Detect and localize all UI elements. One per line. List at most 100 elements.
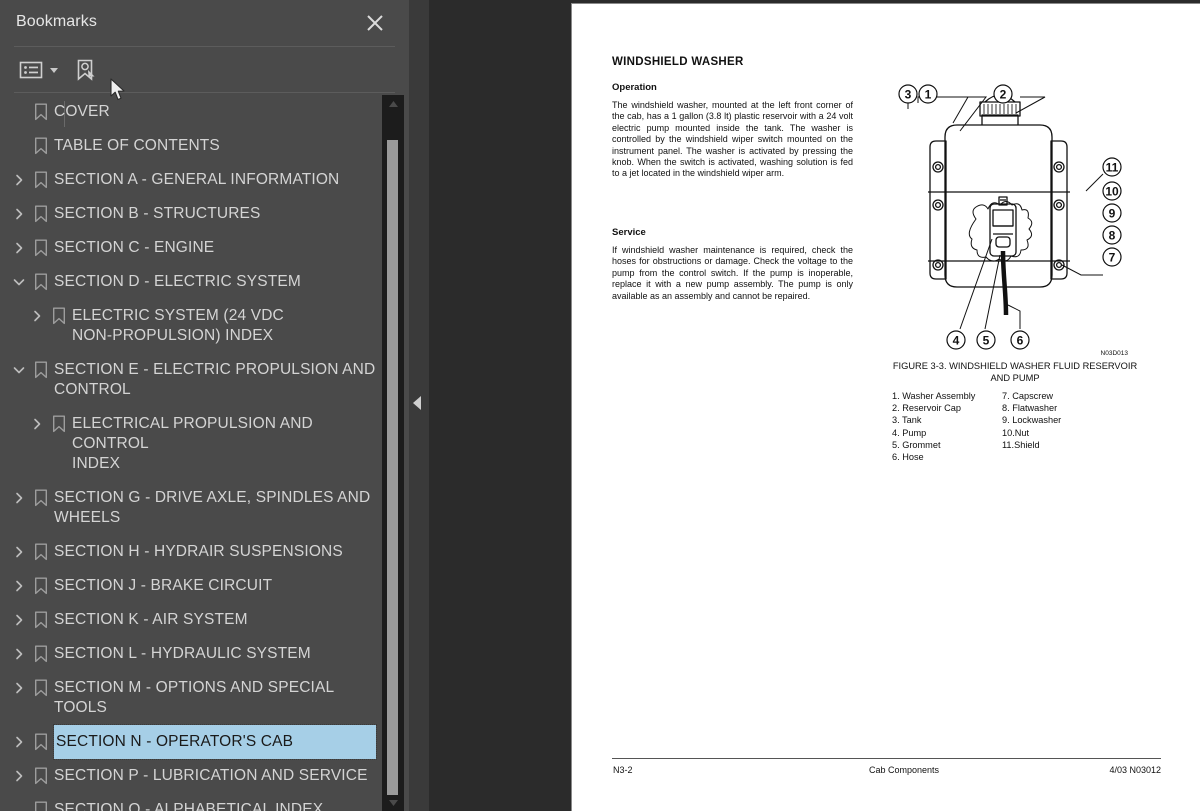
bookmark-label: SECTION B - STRUCTURES [54, 205, 261, 222]
chevron-down-icon[interactable] [10, 265, 28, 299]
svg-text:4: 4 [953, 334, 960, 348]
bookmark-item[interactable]: ELECTRICAL PROPULSION AND CONTROL INDEX [0, 407, 381, 481]
bookmark-item[interactable]: SECTION A - GENERAL INFORMATION [0, 163, 381, 197]
bookmarks-tree[interactable]: COVER TABLE OF CONTENTS SECTION A - GENERA… [0, 95, 381, 811]
bookmark-item[interactable]: TABLE OF CONTENTS [0, 129, 381, 163]
bookmark-label: SECTION A - GENERAL INFORMATION [54, 171, 340, 188]
bookmark-icon [28, 671, 54, 705]
bookmark-icon [28, 569, 54, 603]
chevron-right-icon[interactable] [10, 671, 28, 705]
legend-entry: 10.Nut [1002, 427, 1030, 438]
scroll-down-arrow-icon[interactable] [382, 794, 404, 811]
chevron-right-icon[interactable] [10, 535, 28, 569]
toolbar-divider [14, 92, 395, 93]
legend-entry: 6. Hose [892, 452, 924, 463]
svg-text:11: 11 [1106, 161, 1119, 175]
legend-entry: 4. Pump [892, 427, 927, 438]
collapse-left-arrow-icon[interactable] [413, 396, 421, 410]
chevron-down-icon[interactable] [10, 353, 28, 387]
chevron-right-icon[interactable] [10, 569, 28, 603]
bookmark-item[interactable]: SECTION K - AIR SYSTEM [0, 603, 381, 637]
legend-entry: 7. Capscrew [1002, 391, 1054, 401]
bookmark-label: ELECTRIC SYSTEM (24 VDC NON-PROPULSION) … [72, 307, 284, 344]
bookmark-icon [28, 197, 54, 231]
bookmark-item[interactable]: SECTION N - OPERATOR'S CAB [0, 724, 381, 760]
bookmark-label: SECTION L - HYDRAULIC SYSTEM [54, 645, 311, 662]
pdf-viewer-window: Bookmarks COVER TABLE OF CONTENTS SECTIO… [0, 0, 1200, 811]
bookmark-icon [28, 231, 54, 265]
bookmark-icon [28, 265, 54, 299]
chevron-right-icon[interactable] [10, 163, 28, 197]
svg-text:9: 9 [1109, 207, 1116, 221]
bookmark-label: SECTION E - ELECTRIC PROPULSION AND CONT… [54, 361, 376, 398]
chevron-right-icon[interactable] [10, 725, 28, 759]
svg-text:5: 5 [983, 334, 990, 348]
bookmark-icon [46, 407, 72, 441]
svg-text:3: 3 [905, 88, 912, 102]
bookmark-item[interactable]: SECTION J - BRAKE CIRCUIT [0, 569, 381, 603]
chevron-right-icon[interactable] [10, 197, 28, 231]
scroll-up-arrow-icon[interactable] [382, 95, 404, 112]
bookmark-icon [28, 637, 54, 671]
bookmark-icon [28, 793, 54, 811]
svg-text:2: 2 [1000, 88, 1007, 102]
bookmark-item[interactable]: SECTION D - ELECTRIC SYSTEM [0, 265, 381, 299]
bookmarks-scrollbar[interactable] [382, 95, 404, 811]
chevron-right-icon[interactable] [28, 407, 46, 441]
legend-entry: 9. Lockwasher [1002, 415, 1062, 426]
bookmark-icon [28, 725, 54, 759]
svg-text:7: 7 [1109, 251, 1116, 265]
svg-text:1: 1 [925, 88, 932, 102]
bookmark-item[interactable]: SECTION M - OPTIONS AND SPECIAL TOOLS [0, 671, 381, 725]
chevron-right-icon[interactable] [10, 759, 28, 793]
bookmark-item[interactable]: SECTION C - ENGINE [0, 231, 381, 265]
bookmark-icon [28, 95, 54, 129]
svg-text:10: 10 [1105, 185, 1119, 199]
figure-legend: 1. Washer Assembly 2. Reservoir Cap 3. Tan… [890, 390, 1140, 463]
bookmark-item[interactable]: SECTION Q - ALPHABETICAL INDEX [0, 793, 381, 811]
figure-legend-left: 1. Washer Assembly 2. Reservoir Cap 3. Tan… [890, 390, 1002, 463]
bookmark-label: SECTION J - BRAKE CIRCUIT [54, 577, 273, 594]
bookmark-item[interactable]: COVER [0, 95, 381, 129]
legend-entry: 1. Washer Assembly [892, 391, 976, 401]
chevron-right-icon[interactable] [10, 481, 28, 515]
bookmark-label: SECTION N - OPERATOR'S CAB [53, 724, 377, 760]
bookmark-item[interactable]: SECTION H - HYDRAIR SUSPENSIONS [0, 535, 381, 569]
chevron-right-icon[interactable] [10, 231, 28, 265]
bookmark-label: SECTION C - ENGINE [54, 239, 215, 256]
chevron-right-icon[interactable] [10, 603, 28, 637]
chevron-down-icon[interactable] [50, 67, 58, 73]
bookmark-label: COVER [54, 103, 110, 120]
bookmark-label: SECTION P - LUBRICATION AND SERVICE [54, 767, 368, 784]
bookmark-item[interactable]: SECTION E - ELECTRIC PROPULSION AND CONT… [0, 353, 381, 407]
service-body: If windshield washer maintenance is requ… [612, 245, 853, 301]
page-title: WINDSHIELD WASHER [612, 56, 744, 68]
list-options-icon[interactable] [18, 56, 58, 84]
legend-entry: 8. Flatwasher [1002, 403, 1058, 414]
washer-reservoir-diagram: 3 1 2 11 10 9 8 7 4 5 6 N03D013 [890, 79, 1140, 369]
bookmark-item[interactable]: SECTION P - LUBRICATION AND SERVICE [0, 759, 381, 793]
bookmark-label: ELECTRICAL PROPULSION AND CONTROL INDEX [72, 415, 313, 472]
svg-text:8: 8 [1109, 229, 1116, 243]
figure-caption: FIGURE 3-3. WINDSHIELD WASHER FLUID RESE… [892, 361, 1138, 383]
legend-entry: 3. Tank [892, 415, 922, 426]
chevron-right-icon[interactable] [10, 637, 28, 671]
bookmark-item[interactable]: SECTION B - STRUCTURES [0, 197, 381, 231]
footer-divider [612, 758, 1161, 759]
new-bookmark-icon[interactable] [72, 56, 100, 84]
panel-title: Bookmarks [16, 13, 97, 30]
legend-entry: 11.Shield [1002, 439, 1040, 450]
bookmark-item[interactable]: ELECTRIC SYSTEM (24 VDC NON-PROPULSION) … [0, 299, 381, 353]
legend-entry: 5. Grommet [892, 439, 941, 450]
bookmark-icon [46, 299, 72, 333]
bookmarks-panel-header: Bookmarks [0, 0, 409, 46]
close-icon[interactable] [363, 11, 387, 35]
bookmark-item[interactable]: SECTION L - HYDRAULIC SYSTEM [0, 637, 381, 671]
chevron-right-icon[interactable] [28, 299, 46, 333]
footer-docid: 4/03 N03012 [1109, 765, 1161, 775]
bookmark-icon [28, 163, 54, 197]
bookmark-label: SECTION M - OPTIONS AND SPECIAL TOOLS [54, 679, 334, 716]
bookmark-item[interactable]: SECTION G - DRIVE AXLE, SPINDLES AND WHE… [0, 481, 381, 535]
scrollbar-thumb[interactable] [387, 140, 398, 795]
figure-legend-right: 7. Capscrew 8. Flatwasher 9. Lockwasher 10.… [1002, 390, 1112, 463]
